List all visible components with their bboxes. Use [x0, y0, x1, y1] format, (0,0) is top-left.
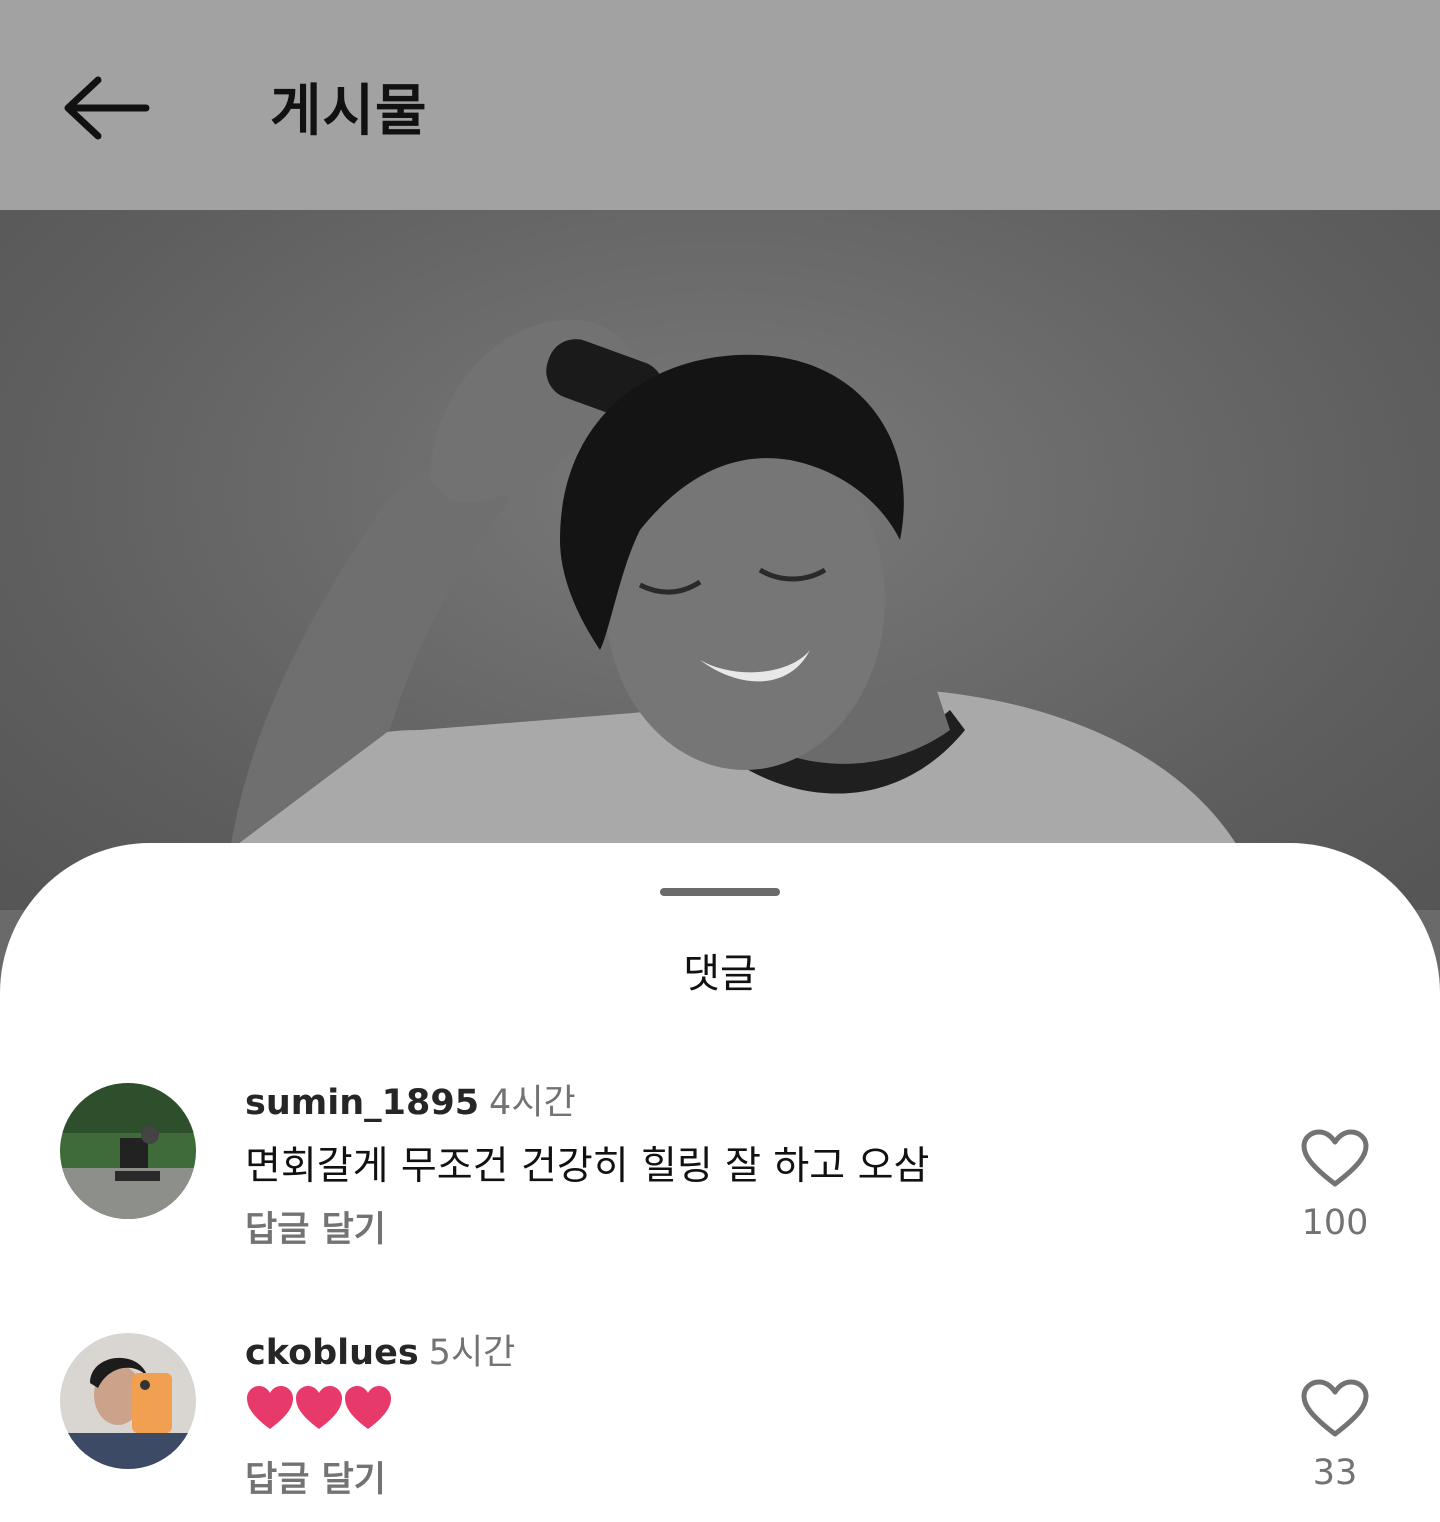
like-button[interactable]: [1300, 1129, 1370, 1189]
comment-time: 4시간: [489, 1083, 576, 1123]
reply-button[interactable]: 답글 달기: [245, 1451, 386, 1502]
comment-time: 5시간: [428, 1333, 516, 1373]
sheet-drag-handle[interactable]: [660, 888, 780, 896]
heart-emoji-icon: [247, 1386, 391, 1429]
comments-sheet: 댓글 sumin_1895 4시간 면회갈게 무조건 건강히 힐링 잘 하고 오삼…: [0, 843, 1440, 1522]
avatar[interactable]: [60, 1083, 196, 1219]
avatar-image: [60, 1083, 196, 1219]
like-count: 100: [1301, 1203, 1369, 1243]
post-screen: 게시물 댓글 sumin_1895 4시간 면회갈게 무조건 건강히 힐링 잘 …: [0, 0, 1440, 1522]
heart-outline-icon: [1301, 1129, 1369, 1187]
top-bar: 게시물: [0, 0, 1440, 210]
like-button[interactable]: [1300, 1379, 1370, 1439]
comment-username[interactable]: ckoblues: [245, 1333, 419, 1373]
comment-item: sumin_1895 4시간 면회갈게 무조건 건강히 힐링 잘 하고 오삼 답글…: [0, 1083, 1440, 1313]
comment-header: sumin_1895 4시간: [245, 1083, 576, 1123]
comment-username[interactable]: sumin_1895: [245, 1083, 479, 1123]
page-title: 게시물: [270, 79, 428, 144]
sheet-title: 댓글: [683, 951, 757, 997]
reply-button[interactable]: 답글 달기: [245, 1201, 386, 1252]
comment-header: ckoblues 5시간: [245, 1333, 515, 1373]
like-count: 33: [1312, 1453, 1358, 1493]
comment-item: ckoblues 5시간 답글 달기 33: [0, 1333, 1440, 1522]
post-image: [0, 210, 1440, 910]
comment-text: 면회갈게 무조건 건강히 힐링 잘 하고 오삼: [245, 1144, 930, 1189]
comment-emoji-hearts: [245, 1383, 395, 1433]
avatar-image: [60, 1333, 196, 1469]
heart-outline-icon: [1301, 1379, 1369, 1437]
post-photo-illustration: [230, 319, 1240, 850]
back-button[interactable]: [58, 70, 154, 146]
avatar[interactable]: [60, 1333, 196, 1469]
arrow-left-icon: [64, 76, 150, 140]
